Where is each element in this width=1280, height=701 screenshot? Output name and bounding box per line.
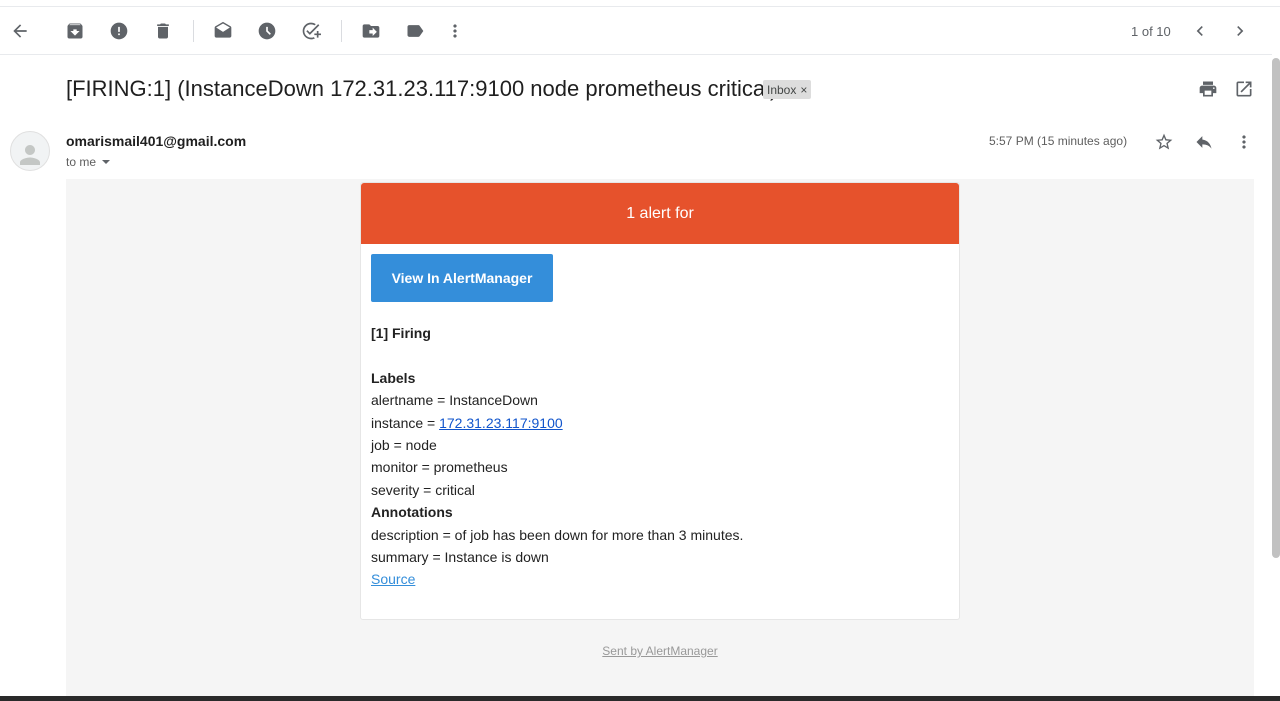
toolbar-separator	[341, 20, 342, 42]
recipient-text: to me	[66, 155, 97, 169]
delete-button[interactable]	[143, 11, 183, 51]
sender-avatar[interactable]	[10, 131, 50, 171]
archive-icon	[67, 23, 83, 39]
toolbar: 1 of 10	[0, 7, 1272, 55]
label-alertname: alertname = InstanceDown	[371, 392, 538, 409]
move-to-icon	[362, 24, 380, 38]
chevron-right-icon	[1237, 26, 1244, 36]
newer-button[interactable]	[1180, 11, 1220, 51]
back-button[interactable]	[0, 11, 40, 51]
add-task-button[interactable]	[291, 11, 331, 51]
sent-by-link[interactable]: Sent by AlertManager	[602, 644, 717, 658]
sender-email[interactable]: omarismail401@gmail.com	[66, 133, 246, 149]
older-button[interactable]	[1220, 11, 1260, 51]
label-monitor: monitor = prometheus	[371, 459, 508, 476]
label-severity: severity = critical	[371, 481, 475, 498]
caret-down-icon	[102, 160, 111, 164]
more-vert-icon	[1242, 135, 1246, 149]
annotation-summary: summary = Instance is down	[371, 548, 549, 565]
inbox-label-text: Inbox	[767, 82, 797, 97]
pager-count: 1 of 10	[1131, 24, 1171, 39]
annotation-description: description = of job has been down for m…	[371, 526, 744, 543]
person-icon	[20, 145, 40, 165]
move-to-button[interactable]	[351, 11, 391, 51]
toolbar-separator	[193, 20, 194, 42]
firing-title: [1] Firing	[371, 325, 431, 341]
star-outline-icon	[1155, 133, 1173, 150]
print-icon	[1199, 81, 1217, 97]
mark-unread-button[interactable]	[203, 11, 243, 51]
back-icon	[13, 24, 27, 38]
email-body: 1 alert for View In AlertManager [1] Fir…	[66, 179, 1254, 701]
label-job: job = node	[371, 436, 437, 453]
snooze-button[interactable]	[247, 11, 287, 51]
message-more-button[interactable]	[1232, 130, 1256, 154]
snooze-icon	[258, 22, 276, 40]
source-link[interactable]: Source	[371, 571, 415, 587]
inbox-label-chip[interactable]: Inbox ×	[763, 80, 812, 99]
delete-icon	[157, 23, 169, 39]
report-spam-button[interactable]	[99, 11, 139, 51]
annotations-heading: Annotations	[371, 504, 453, 521]
view-in-alertmanager-button[interactable]: View In AlertManager	[371, 254, 553, 302]
reply-button[interactable]	[1192, 130, 1216, 154]
reply-icon	[1196, 136, 1212, 149]
alert-card: 1 alert for View In AlertManager [1] Fir…	[360, 182, 960, 620]
instance-link[interactable]: 172.31.23.117:9100	[439, 415, 563, 431]
star-button[interactable]	[1152, 130, 1176, 154]
label-button[interactable]	[395, 11, 435, 51]
more-vert-icon	[453, 24, 457, 38]
scrollbar-thumb[interactable]	[1272, 58, 1280, 558]
alert-details: [1] Firing Labels alertname = InstanceDo…	[371, 322, 951, 591]
open-in-new-icon	[1236, 81, 1252, 97]
mark-unread-icon	[214, 21, 232, 38]
report-spam-icon	[110, 22, 128, 40]
label-icon	[407, 25, 424, 37]
instance-prefix: instance =	[371, 414, 440, 431]
alert-header: 1 alert for	[361, 183, 959, 244]
archive-button[interactable]	[55, 11, 95, 51]
email-footer: Sent by AlertManager	[360, 644, 960, 658]
message-timestamp: 5:57 PM (15 minutes ago)	[989, 134, 1128, 148]
labels-heading: Labels	[371, 369, 416, 386]
email-subject: [FIRING:1] (InstanceDown 172.31.23.117:9…	[66, 76, 778, 101]
recipient-details-toggle[interactable]: to me	[66, 155, 111, 169]
taskbar-edge	[0, 696, 1280, 701]
remove-label-icon[interactable]: ×	[800, 83, 807, 97]
add-task-icon	[302, 22, 321, 40]
print-button[interactable]	[1195, 76, 1221, 102]
open-new-window-button[interactable]	[1231, 76, 1257, 102]
chevron-left-icon	[1196, 26, 1203, 36]
label-instance: instance = 172.31.23.117:9100	[371, 412, 951, 434]
more-options-button[interactable]	[435, 11, 475, 51]
